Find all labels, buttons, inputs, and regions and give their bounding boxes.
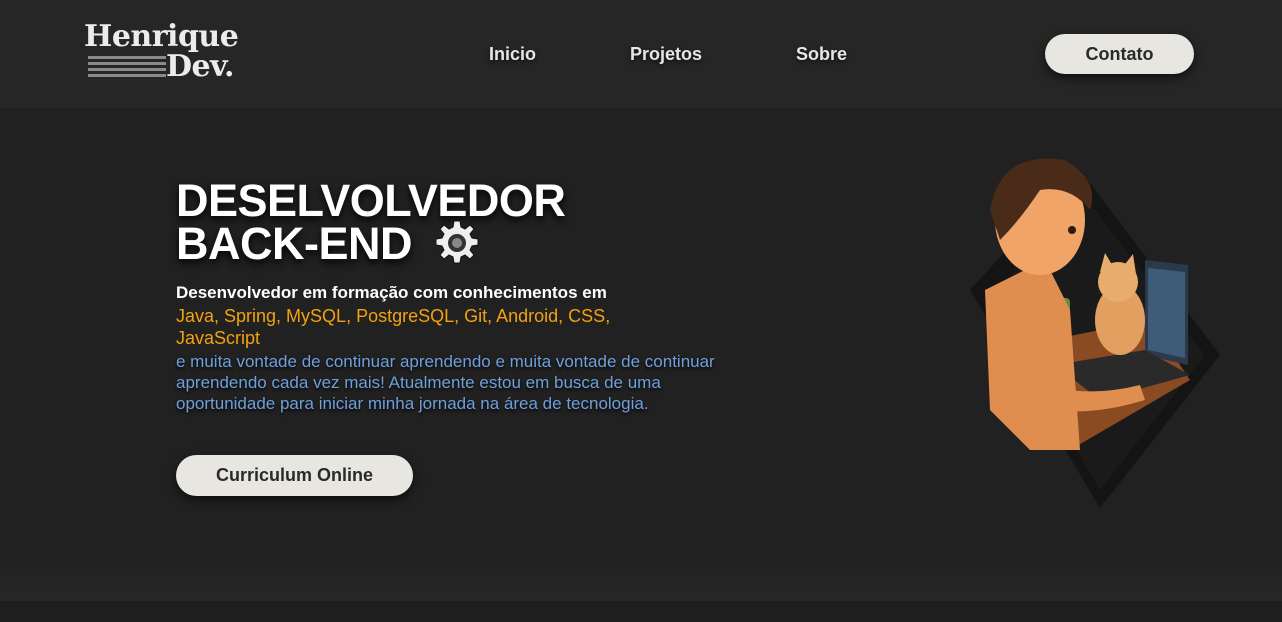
nav-item-inicio[interactable]: Inicio [489, 44, 536, 65]
contact-button[interactable]: Contato [1045, 34, 1194, 74]
footer-divider [0, 601, 1282, 622]
site-header: Henrique Dev. Inicio Projetos Sobre Cont… [0, 0, 1282, 108]
nav-item-projetos[interactable]: Projetos [630, 44, 702, 65]
hero-title-line2: BACK-END [176, 217, 413, 269]
logo[interactable]: Henrique Dev. [84, 20, 254, 84]
nav-item-sobre[interactable]: Sobre [796, 44, 847, 65]
hero-description: e muita vontade de continuar aprendendo … [176, 352, 715, 413]
curriculum-button[interactable]: Curriculum Online [176, 455, 413, 496]
hero-title: DESELVOLVEDOR BACK-END [176, 178, 566, 272]
logo-line2: Dev. [166, 49, 234, 84]
hero-tech-list: Java, Spring, MySQL, PostgreSQL, Git, An… [176, 306, 611, 348]
logo-stripes [88, 56, 166, 80]
hero-intro: Desenvolvedor em formação com conhecimen… [176, 283, 607, 302]
gear-icon [432, 218, 482, 268]
developer-with-cat-illustration [950, 150, 1235, 510]
